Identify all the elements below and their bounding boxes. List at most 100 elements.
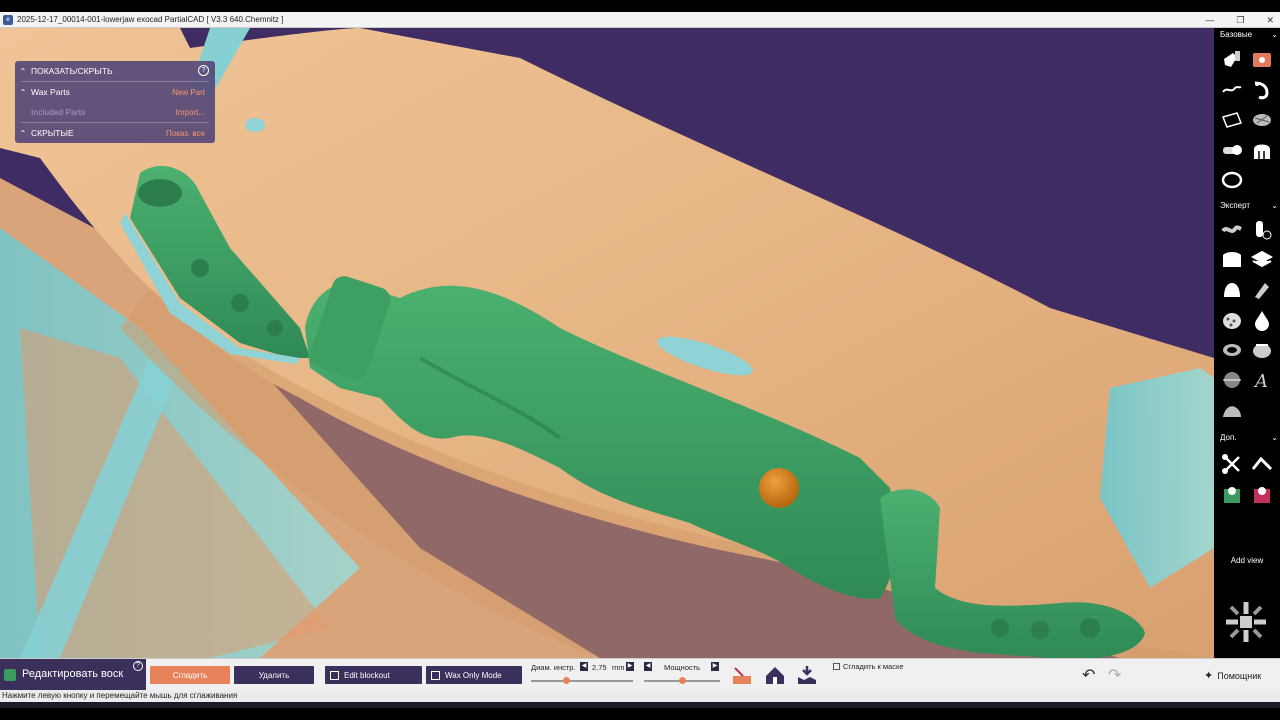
assistant-label: Помощник [1217, 670, 1262, 681]
wax-color-swatch [4, 669, 16, 681]
arch-shape-icon[interactable] [1220, 338, 1244, 362]
section-expert-label: Эксперт [1220, 201, 1251, 210]
sculpt-tool-icon[interactable] [1250, 452, 1274, 476]
tool-cursor-ball [759, 468, 799, 508]
show-hide-panel: ⌃ ПОКАЗАТЬ/СКРЫТЬ ? ⌃ Wax Parts New Part… [15, 61, 215, 143]
chevron-down-icon: ⌄ [1271, 433, 1278, 442]
power-label: Мощность [664, 663, 701, 672]
section-extra[interactable]: Доп. ⌄ [1220, 433, 1278, 442]
mode-indicator: Редактировать воск ? [0, 659, 146, 691]
app-icon: e [3, 14, 13, 25]
help-icon[interactable]: ? [133, 661, 143, 671]
add-wax-icon[interactable] [1250, 218, 1274, 242]
diameter-label: Диам. инстр. [531, 663, 576, 672]
gingiva-icon[interactable] [1220, 278, 1244, 302]
wax-brush-icon[interactable] [1250, 278, 1274, 302]
mesh-plate-icon[interactable] [1220, 108, 1244, 132]
scan-icon[interactable] [1220, 368, 1244, 392]
chevron-up-icon: ⌃ [19, 128, 27, 138]
smooth-button[interactable]: Сгладить [150, 666, 230, 684]
smooth-to-mask-toggle[interactable]: Сгладить к маске [833, 662, 904, 671]
import-link[interactable]: Import... [176, 108, 205, 117]
section-expert[interactable]: Эксперт ⌄ [1220, 201, 1278, 210]
title-bar: e 2025-12-17_00014-001-lowerjaw exocad P… [0, 12, 1280, 28]
show-hide-header[interactable]: ⌃ ПОКАЗАТЬ/СКРЫТЬ [15, 61, 215, 81]
section-basic[interactable]: Базовые ⌄ [1220, 30, 1278, 39]
text-emboss-icon[interactable]: A [1250, 368, 1274, 392]
add-view-button[interactable]: Add view [1214, 556, 1280, 565]
edit-blockout-toggle[interactable]: Edit blockout [325, 666, 422, 684]
diameter-slider[interactable] [531, 677, 633, 684]
included-parts-label: Included Parts [31, 107, 86, 117]
wax-add-tool-icon[interactable] [730, 663, 754, 687]
add-model-icon[interactable] [1220, 482, 1244, 506]
close-icon[interactable]: ✕ [1266, 12, 1274, 28]
mound-icon[interactable] [1220, 398, 1244, 422]
edit-blockout-checkbox[interactable] [330, 670, 339, 680]
power-decrease-button[interactable]: ◀ [644, 662, 652, 671]
smooth-wave-icon[interactable] [1220, 218, 1244, 242]
svg-text:A: A [1253, 371, 1268, 391]
wax-parts-label: Wax Parts [31, 87, 70, 97]
chevron-down-icon: ⌄ [1271, 201, 1278, 210]
right-toolbar: Базовые ⌄ Эксперт ⌄ A Доп. ⌄ Add view [1214, 28, 1280, 658]
power-increase-button[interactable]: ▶ [711, 662, 719, 671]
view-cube-icon[interactable] [1224, 600, 1268, 644]
tooth-crown-icon[interactable] [1250, 138, 1274, 162]
layers-icon[interactable] [1250, 248, 1274, 272]
mode-label: Редактировать воск [22, 668, 124, 680]
wax-parts-row[interactable]: ⌃ Wax Parts New Part [15, 82, 215, 102]
jaw-arch-icon[interactable] [1220, 168, 1244, 192]
teeth-row-icon[interactable] [1220, 248, 1244, 272]
show-hide-title: ПОКАЗАТЬ/СКРЫТЬ [31, 66, 113, 76]
taskbar-strip [0, 702, 1280, 708]
wax-push-tool-icon[interactable] [795, 663, 819, 687]
scissors-icon[interactable] [1220, 452, 1244, 476]
chevron-up-icon: ⌃ [19, 66, 27, 76]
wax-only-mode-label: Wax Only Mode [445, 670, 502, 680]
wax-house-tool-icon[interactable] [763, 663, 787, 687]
undo-icon[interactable]: ↶ [1082, 665, 1095, 685]
included-parts-row[interactable]: Included Parts Import... [15, 102, 215, 122]
wax-block-icon[interactable] [1250, 48, 1274, 72]
delete-button[interactable]: Удалить [234, 666, 314, 684]
retention-grid-icon[interactable] [1250, 108, 1274, 132]
diameter-value[interactable]: 2.75 [592, 663, 607, 672]
diameter-increase-button[interactable]: ▶ [626, 662, 634, 671]
wax-knife-icon[interactable] [1220, 48, 1244, 72]
status-bar: Нажмите левую кнопку и перемещайте мышь … [0, 690, 1280, 702]
smooth-to-mask-label: Сгладить к маске [843, 662, 904, 671]
remove-model-icon[interactable] [1250, 482, 1274, 506]
texture-icon[interactable] [1220, 308, 1244, 332]
restore-icon[interactable]: ❐ [1236, 12, 1244, 28]
power-slider[interactable] [644, 677, 720, 684]
hidden-row[interactable]: ⌃ СКРЫТЫЕ Показ. все [15, 123, 215, 143]
chevron-up-icon: ⌃ [19, 87, 27, 97]
new-part-link[interactable]: New Part [172, 88, 205, 97]
status-hint: Нажмите левую кнопку и перемещайте мышь … [2, 691, 238, 700]
show-all-link[interactable]: Показ. все [166, 129, 205, 138]
diameter-decrease-button[interactable]: ◀ [580, 662, 588, 671]
edit-blockout-label: Edit blockout [344, 670, 390, 680]
assistant-button[interactable]: ✦ Помощник [1204, 669, 1261, 682]
chevron-down-icon: ⌄ [1271, 30, 1278, 39]
window-controls: — ❐ ✕ [1205, 12, 1274, 28]
clasp-icon[interactable] [1250, 78, 1274, 102]
smooth-to-mask-checkbox[interactable] [833, 663, 840, 670]
window-title: 2025-12-17_00014-001-lowerjaw exocad Par… [17, 15, 284, 24]
wax-only-mode-checkbox[interactable] [431, 670, 440, 680]
diameter-slider-knob[interactable] [563, 677, 571, 684]
hidden-label: СКРЫТЫЕ [31, 128, 74, 138]
wax-only-mode-toggle[interactable]: Wax Only Mode [426, 666, 522, 684]
section-basic-label: Базовые [1220, 30, 1253, 39]
wire-curve-icon[interactable] [1220, 78, 1244, 102]
3d-viewport[interactable]: ⌃ ПОКАЗАТЬ/СКРЫТЬ ? ⌃ Wax Parts New Part… [0, 28, 1214, 658]
minimize-icon[interactable]: — [1205, 12, 1214, 28]
magic-wand-icon: ✦ [1204, 670, 1214, 682]
help-icon[interactable]: ? [198, 65, 209, 76]
drop-icon[interactable] [1250, 308, 1274, 332]
connector-bar-icon[interactable] [1220, 138, 1244, 162]
power-slider-knob[interactable] [678, 677, 686, 684]
redo-icon[interactable]: ↷ [1108, 665, 1121, 685]
full-arch-icon[interactable] [1250, 338, 1274, 362]
